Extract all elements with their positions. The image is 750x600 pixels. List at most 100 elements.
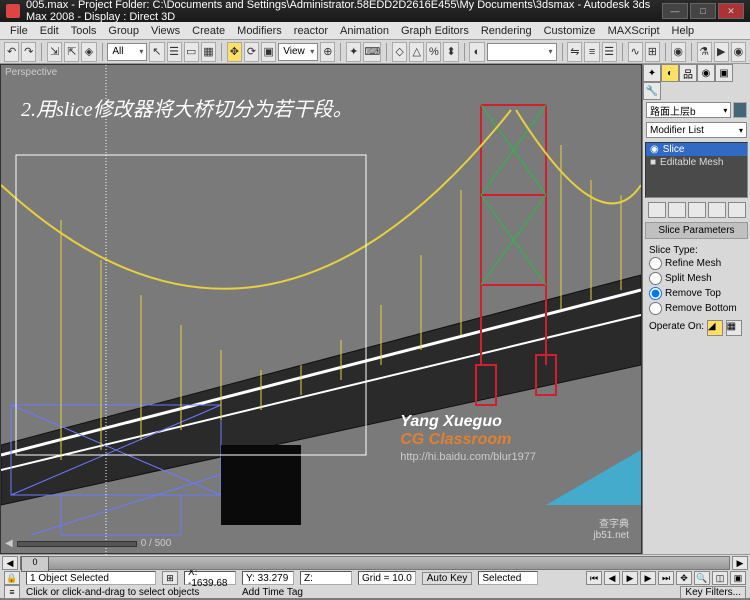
viewport[interactable]: Perspective 2.用slice修改器将大桥切分为若干段。 xyxy=(0,64,642,554)
menu-maxscript[interactable]: MAXScript xyxy=(602,25,666,37)
menu-grapheditors[interactable]: Graph Editors xyxy=(395,25,475,37)
tab-motion-icon[interactable]: ◉ xyxy=(697,64,715,82)
object-name-field[interactable]: 路面上层b xyxy=(646,102,731,118)
rotate-icon[interactable]: ⟳ xyxy=(244,42,259,62)
mirror-icon[interactable]: ⇋ xyxy=(567,42,582,62)
material-icon[interactable]: ◉ xyxy=(671,42,686,62)
opt-split[interactable]: Split Mesh xyxy=(649,271,744,286)
x-spinner[interactable]: X: -1639.68 xyxy=(184,571,236,585)
undo-icon[interactable]: ↶ xyxy=(4,42,19,62)
absolute-icon[interactable]: ⊞ xyxy=(162,571,178,585)
zoom-icon[interactable]: 🔍 xyxy=(694,571,710,585)
prev-frame-icon[interactable]: ◀ xyxy=(604,571,620,585)
stack-item-editable-mesh[interactable]: ■ Editable Mesh xyxy=(646,156,747,169)
add-time-tag[interactable]: Add Time Tag xyxy=(242,587,322,598)
keyboard-icon[interactable]: ⌨ xyxy=(363,42,381,62)
render-scene-icon[interactable]: ⚗ xyxy=(697,42,712,62)
tab-display-icon[interactable]: ▣ xyxy=(715,64,733,82)
fov-icon[interactable]: ◫ xyxy=(712,571,728,585)
menu-customize[interactable]: Customize xyxy=(538,25,602,37)
make-unique-icon[interactable] xyxy=(688,202,706,218)
scale-icon[interactable]: ▣ xyxy=(261,42,276,62)
key-mode[interactable]: Selected xyxy=(478,571,538,585)
key-filters-button[interactable]: Key Filters... xyxy=(680,586,746,599)
window-cross-icon[interactable]: ▦ xyxy=(201,42,216,62)
mini-slider[interactable] xyxy=(17,541,137,547)
menu-edit[interactable]: Edit xyxy=(34,25,65,37)
menu-help[interactable]: Help xyxy=(666,25,701,37)
show-end-result-icon[interactable] xyxy=(668,202,686,218)
maximize-vp-icon[interactable]: ▣ xyxy=(730,571,746,585)
play-icon[interactable]: ▶ xyxy=(622,571,638,585)
script-icon[interactable]: ≡ xyxy=(4,585,20,599)
autokey-button[interactable]: Auto Key xyxy=(422,572,473,585)
y-spinner[interactable]: Y: 33.279 xyxy=(242,571,294,585)
time-slider-readout: ◀ 0 / 500 xyxy=(5,538,171,549)
schematic-icon[interactable]: ⊞ xyxy=(645,42,660,62)
menu-views[interactable]: Views xyxy=(145,25,186,37)
percentsnap-icon[interactable]: % xyxy=(426,42,441,62)
select-name-icon[interactable]: ☰ xyxy=(167,42,182,62)
tab-modify-icon[interactable]: ◐ xyxy=(661,64,679,82)
menu-create[interactable]: Create xyxy=(186,25,231,37)
select-rect-icon[interactable]: ▭ xyxy=(184,42,199,62)
timeline-right-icon[interactable]: ▶ xyxy=(732,556,748,570)
time-marker[interactable]: 0 xyxy=(21,556,49,572)
timeline-left-icon[interactable]: ◀ xyxy=(2,556,18,570)
operate-poly-icon[interactable]: ▦ xyxy=(726,320,742,336)
tab-utilities-icon[interactable]: 🔧 xyxy=(643,82,661,100)
render-icon[interactable]: ▶ xyxy=(714,42,729,62)
operate-face-icon[interactable]: ◢ xyxy=(707,320,723,336)
opt-refine[interactable]: Refine Mesh xyxy=(649,256,744,271)
tab-create-icon[interactable]: ✦ xyxy=(643,64,661,82)
modifier-stack[interactable]: ◉ Slice ■ Editable Mesh xyxy=(645,142,748,198)
ref-coord[interactable]: View xyxy=(278,43,318,61)
configure-sets-icon[interactable] xyxy=(728,202,746,218)
align-icon[interactable]: ≡ xyxy=(584,42,599,62)
namedsel-icon[interactable]: ◐ xyxy=(469,42,484,62)
spinnersnap-icon[interactable]: ⬍ xyxy=(443,42,458,62)
move-icon[interactable]: ✥ xyxy=(227,42,242,62)
object-color-swatch[interactable] xyxy=(733,102,747,118)
menu-tools[interactable]: Tools xyxy=(65,25,103,37)
bind-icon[interactable]: ◈ xyxy=(81,42,96,62)
tab-hierarchy-icon[interactable]: 品 xyxy=(679,64,697,82)
menu-group[interactable]: Group xyxy=(102,25,145,37)
quick-render-icon[interactable]: ◉ xyxy=(731,42,746,62)
opt-removebottom[interactable]: Remove Bottom xyxy=(649,301,744,316)
menu-modifiers[interactable]: Modifiers xyxy=(231,25,288,37)
pin-stack-icon[interactable] xyxy=(648,202,666,218)
layers-icon[interactable]: ☰ xyxy=(602,42,617,62)
lock-icon[interactable]: 🔒 xyxy=(4,571,20,585)
redo-icon[interactable]: ↷ xyxy=(21,42,36,62)
select-icon[interactable]: ↖ xyxy=(149,42,164,62)
rollout-header[interactable]: Slice Parameters xyxy=(645,222,748,239)
goto-start-icon[interactable]: ⏮ xyxy=(586,571,602,585)
pivot-icon[interactable]: ⊕ xyxy=(320,42,335,62)
maximize-button[interactable]: □ xyxy=(690,3,716,19)
menu-rendering[interactable]: Rendering xyxy=(475,25,538,37)
pan-icon[interactable]: ✥ xyxy=(676,571,692,585)
next-frame-icon[interactable]: ▶ xyxy=(640,571,656,585)
menu-reactor[interactable]: reactor xyxy=(288,25,334,37)
prompt-line: Click or click-and-drag to select object… xyxy=(26,587,236,598)
remove-modifier-icon[interactable] xyxy=(708,202,726,218)
modifier-list-combo[interactable]: Modifier List xyxy=(646,122,747,138)
opt-removetop[interactable]: Remove Top xyxy=(649,286,744,301)
snap-icon[interactable]: ◇ xyxy=(392,42,407,62)
selectmanip-icon[interactable]: ✦ xyxy=(346,42,361,62)
unlink-icon[interactable]: ⇱ xyxy=(64,42,79,62)
link-icon[interactable]: ⇲ xyxy=(47,42,62,62)
goto-end-icon[interactable]: ⏭ xyxy=(658,571,674,585)
anglesnap-icon[interactable]: △ xyxy=(409,42,424,62)
timeline[interactable]: 0 xyxy=(20,556,730,570)
curve-editor-icon[interactable]: ∿ xyxy=(628,42,643,62)
menu-file[interactable]: File xyxy=(4,25,34,37)
named-sel-combo[interactable] xyxy=(487,43,557,61)
z-spinner[interactable]: Z: xyxy=(300,571,352,585)
selection-filter[interactable]: All xyxy=(107,43,147,61)
menu-animation[interactable]: Animation xyxy=(334,25,395,37)
stack-item-slice[interactable]: ◉ Slice xyxy=(646,143,747,156)
close-button[interactable]: ✕ xyxy=(718,3,744,19)
minimize-button[interactable]: — xyxy=(662,3,688,19)
